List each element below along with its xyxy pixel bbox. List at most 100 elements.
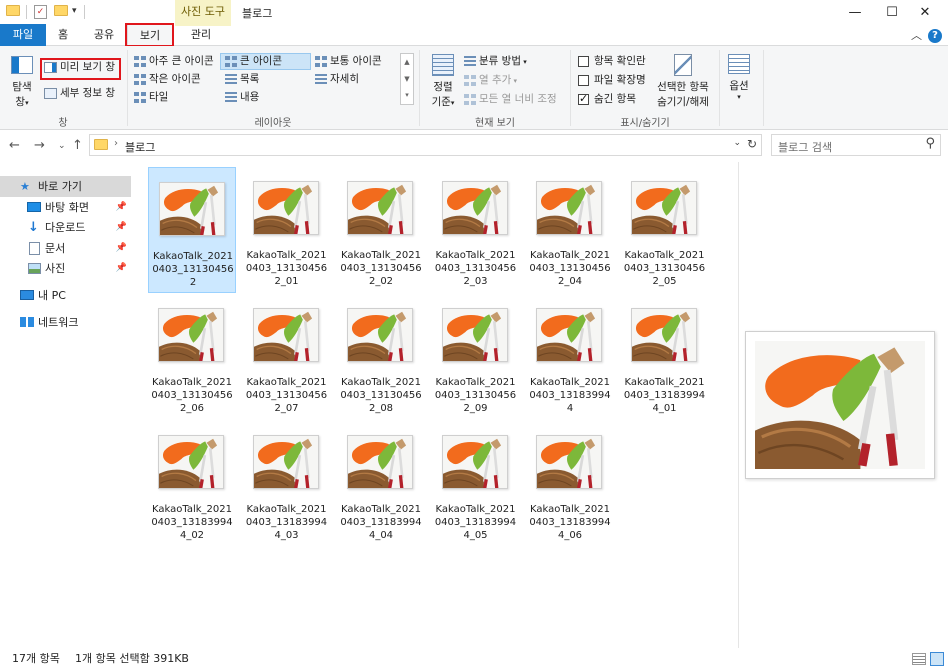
file-name-line: KakaoTalk_2021 [624, 377, 705, 388]
image-thumbnail [347, 181, 413, 235]
nav-pane-button[interactable]: 탐색 창▾ [8, 54, 36, 108]
details-view-icon[interactable] [912, 653, 926, 665]
layout-medium-icons-label: 보통 아이콘 [330, 55, 382, 67]
file-item[interactable]: KakaoTalk_2021 0403_13130456 2_09 [432, 294, 520, 414]
forward-arrow-icon[interactable]: → [34, 138, 45, 153]
layout-small-icons[interactable]: 작은 아이콘 [134, 72, 201, 86]
hidden-items-toggle[interactable]: 숨긴 항목 [578, 92, 636, 106]
new-folder-icon[interactable] [54, 5, 68, 16]
details-pane-button[interactable]: 세부 정보 창 [44, 86, 115, 100]
status-item-count: 17개 항목 [12, 652, 60, 665]
file-item[interactable]: KakaoTalk_2021 0403_13130456 2_06 [148, 294, 236, 414]
refresh-icon[interactable]: ↻ [747, 137, 757, 151]
file-item[interactable]: KakaoTalk_2021 0403_13183994 4_05 [432, 421, 520, 541]
layout-tiles[interactable]: 타일 [134, 90, 168, 104]
file-name-line: 4_01 [652, 403, 677, 414]
file-item[interactable]: KakaoTalk_2021 0403_13183994 4_01 [621, 294, 709, 414]
hidden-items-checkbox[interactable] [578, 92, 589, 106]
scroll-down-icon[interactable]: ▼ [401, 71, 413, 88]
painting-illustration [537, 309, 601, 361]
painting-illustration [755, 341, 925, 469]
search-icon[interactable]: ⚲ [925, 136, 935, 151]
file-extensions-toggle[interactable]: 파일 확장명 [578, 73, 646, 87]
pin-icon[interactable]: 📌 [116, 238, 127, 259]
breadcrumb-blog[interactable]: 블로그 [125, 139, 155, 155]
pin-icon[interactable]: 📌 [116, 258, 127, 279]
layout-list[interactable]: 목록 [225, 72, 259, 86]
options-button[interactable]: 옵션 ▾ [724, 54, 754, 101]
size-all-columns-button[interactable]: 모든 열 너비 조정 [464, 92, 557, 106]
collapse-ribbon-button[interactable]: ︿ [911, 27, 922, 43]
pin-icon[interactable]: 📌 [116, 217, 127, 238]
image-thumbnail [158, 435, 224, 489]
file-item[interactable]: KakaoTalk_2021 0403_13130456 2_01 [243, 167, 331, 287]
properties-icon[interactable]: ✓ [34, 5, 47, 19]
add-columns-button[interactable]: 열 추가 ▾ [464, 73, 517, 88]
image-thumbnail [252, 181, 319, 235]
address-bar[interactable]: › 블로그 ⌄ ↻ [89, 134, 762, 156]
dropdown-arrow-icon: ▾ [520, 58, 527, 66]
tab-home[interactable]: 홈 [48, 24, 78, 46]
file-item[interactable]: KakaoTalk_2021 0403_13130456 2_04 [526, 167, 614, 287]
nav-desktop[interactable]: 바탕 화면 📌 [0, 197, 131, 218]
file-item[interactable]: KakaoTalk_2021 0403_13183994 4_04 [337, 421, 425, 541]
up-arrow-icon[interactable]: ↑ [72, 138, 83, 153]
tab-share[interactable]: 공유 [85, 24, 123, 46]
folder-icon[interactable] [6, 5, 20, 16]
group-by-button[interactable]: 분류 방법 ▾ [464, 54, 527, 69]
recent-locations-icon[interactable]: ⌄ [58, 141, 66, 151]
layout-medium-icons[interactable]: 보통 아이콘 [315, 54, 382, 68]
search-input[interactable]: 블로그 검색 ⚲ [771, 134, 941, 156]
customize-quick-access-icon[interactable]: ▾ [72, 6, 77, 16]
preview-pane-splitter[interactable] [738, 162, 739, 648]
nav-downloads[interactable]: ↓ 다운로드 📌 [0, 217, 131, 238]
tab-file[interactable]: 파일 [0, 24, 46, 46]
pin-icon[interactable]: 📌 [116, 197, 127, 218]
file-item[interactable]: KakaoTalk_2021 0403_13130456 2_08 [337, 294, 425, 414]
nav-pictures[interactable]: 사진 📌 [0, 258, 131, 279]
computer-icon [20, 290, 34, 300]
file-item[interactable]: KakaoTalk_2021 0403_13183994 4 [526, 294, 614, 414]
file-item[interactable]: KakaoTalk_2021 0403_13130456 2_05 [621, 167, 709, 287]
extra-large-icons-icon [134, 55, 146, 67]
nav-pane-label-2-text: 창 [15, 96, 26, 108]
layout-gallery-scroll[interactable]: ▲ ▼ ▾ [400, 53, 414, 105]
nav-network[interactable]: 네트워크 [0, 312, 131, 333]
file-item[interactable]: KakaoTalk_2021 0403_13130456 2 [148, 167, 236, 293]
layout-details[interactable]: 자세히 [315, 72, 359, 86]
file-item[interactable]: KakaoTalk_2021 0403_13130456 2_07 [243, 294, 331, 414]
painting-illustration [348, 182, 412, 234]
item-checkboxes-checkbox[interactable] [578, 55, 589, 67]
layout-large-icons[interactable]: 큰 아이콘 [225, 54, 282, 68]
file-name-line: 0403_13183994 [623, 390, 706, 401]
layout-extra-large-icons[interactable]: 아주 큰 아이콘 [134, 54, 214, 68]
large-icons-view-icon[interactable] [930, 652, 944, 666]
nav-documents[interactable]: 문서 📌 [0, 238, 131, 259]
hide-selected-label-1: 선택한 항목 [657, 81, 709, 93]
more-icon[interactable]: ▾ [401, 88, 413, 103]
folder-icon [94, 139, 108, 150]
tab-manage[interactable]: 관리 [182, 24, 220, 46]
file-item[interactable]: KakaoTalk_2021 0403_13183994 4_02 [148, 421, 236, 541]
size-all-columns-label: 모든 열 너비 조정 [479, 93, 557, 105]
sort-by-button[interactable]: 정렬 기준▾ [426, 54, 460, 109]
file-extensions-checkbox[interactable] [578, 74, 589, 86]
file-item[interactable]: KakaoTalk_2021 0403_13183994 4_06 [526, 421, 614, 541]
item-checkboxes-toggle[interactable]: 항목 확인란 [578, 54, 646, 68]
nav-quick-access[interactable]: ★ 바로 가기 [0, 176, 131, 197]
hide-selected-items-button[interactable]: 선택한 항목 숨기기/해제 [652, 54, 714, 109]
address-dropdown-icon[interactable]: ⌄ [733, 138, 741, 148]
breadcrumb-separator-icon[interactable]: › [114, 138, 118, 149]
file-item[interactable]: KakaoTalk_2021 0403_13130456 2_02 [337, 167, 425, 287]
layout-content[interactable]: 내용 [225, 90, 259, 104]
scroll-up-icon[interactable]: ▲ [401, 54, 413, 71]
back-arrow-icon[interactable]: ← [9, 138, 20, 153]
file-item[interactable]: KakaoTalk_2021 0403_13183994 4_03 [243, 421, 331, 541]
content-icon [225, 91, 237, 103]
help-icon[interactable]: ? [928, 29, 942, 43]
close-button[interactable]: ✕ [902, 0, 948, 26]
nav-this-pc[interactable]: 내 PC [0, 285, 131, 306]
image-thumbnail [441, 435, 508, 489]
file-item[interactable]: KakaoTalk_2021 0403_13130456 2_03 [432, 167, 520, 287]
painting-illustration [442, 182, 507, 234]
